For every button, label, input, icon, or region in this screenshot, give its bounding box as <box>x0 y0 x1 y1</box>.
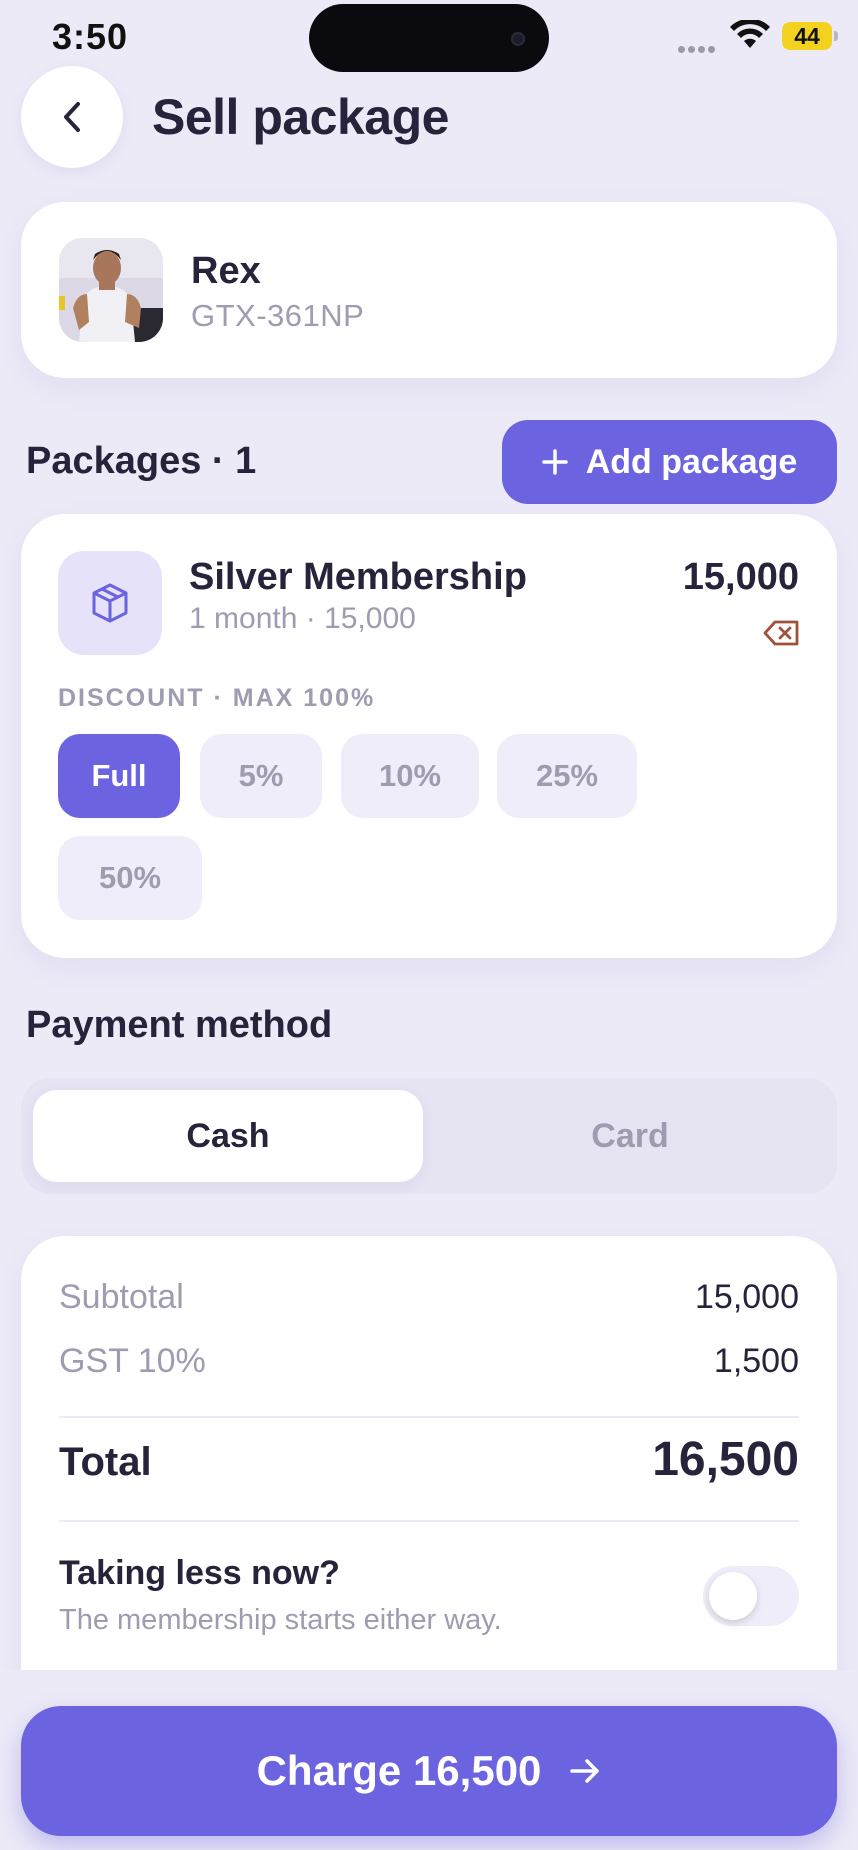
subtotal-label: Subtotal <box>59 1278 184 1316</box>
packages-title: Packages · 1 <box>26 440 257 482</box>
client-name: Rex <box>191 250 261 292</box>
avatar <box>59 238 163 342</box>
client-code: GTX-361NP <box>191 298 365 333</box>
arrow-right-icon <box>569 1757 601 1785</box>
gst-label: GST 10% <box>59 1342 206 1380</box>
divider <box>59 1416 799 1418</box>
payment-method-selector: Cash Card <box>21 1078 837 1194</box>
dynamic-island <box>309 4 549 72</box>
add-package-label: Add package <box>585 442 798 481</box>
discount-chip-full[interactable]: Full <box>58 734 180 818</box>
partial-payment-toggle[interactable] <box>703 1566 799 1626</box>
discount-chip-10[interactable]: 10% <box>341 734 479 818</box>
back-button[interactable] <box>21 66 123 168</box>
add-package-button[interactable]: Add package <box>502 420 837 504</box>
battery-indicator: 44 <box>782 22 832 50</box>
discount-chip-5[interactable]: 5% <box>200 734 322 818</box>
client-card[interactable]: Rex GTX-361NP <box>21 202 837 378</box>
package-name: Silver Membership <box>189 556 527 598</box>
payment-option-cash[interactable]: Cash <box>33 1090 423 1182</box>
subtotal-value: 15,000 <box>695 1278 799 1316</box>
payment-option-card[interactable]: Card <box>435 1090 825 1182</box>
page-title: Sell package <box>152 89 449 145</box>
gst-value: 1,500 <box>713 1342 799 1380</box>
package-box-icon <box>58 551 162 655</box>
battery-tip <box>834 31 838 41</box>
discount-label: DISCOUNT · MAX 100% <box>58 684 376 712</box>
payment-method-title: Payment method <box>26 1004 333 1046</box>
charge-button[interactable]: Charge 16,500 <box>21 1706 837 1836</box>
plus-icon <box>541 449 568 475</box>
summary-card: Subtotal 15,000 GST 10% 1,500 Total 16,5… <box>21 1236 837 1676</box>
chevron-left-icon <box>64 102 80 132</box>
camera-icon <box>511 32 525 46</box>
discount-chip-50[interactable]: 50% <box>58 836 202 920</box>
status-time: 3:50 <box>52 16 129 57</box>
toggle-knob <box>709 1572 757 1620</box>
partial-payment-subtitle: The membership starts either way. <box>59 1604 502 1636</box>
charge-button-label: Charge 16,500 <box>256 1747 542 1794</box>
total-label: Total <box>59 1440 152 1484</box>
avatar-photo <box>59 238 163 342</box>
package-price: 15,000 <box>682 556 799 598</box>
partial-payment-title: Taking less now? <box>59 1554 340 1592</box>
package-subtitle: 1 month · 15,000 <box>189 602 416 635</box>
discount-chip-25[interactable]: 25% <box>497 734 637 818</box>
cellular-signal-icon <box>678 40 718 53</box>
package-item: Silver Membership 1 month · 15,000 15,00… <box>21 514 837 958</box>
total-value: 16,500 <box>652 1433 799 1486</box>
divider <box>59 1520 799 1522</box>
status-bar: 3:50 44 <box>0 0 858 72</box>
wifi-icon <box>730 20 770 48</box>
remove-package-icon[interactable] <box>763 618 801 648</box>
